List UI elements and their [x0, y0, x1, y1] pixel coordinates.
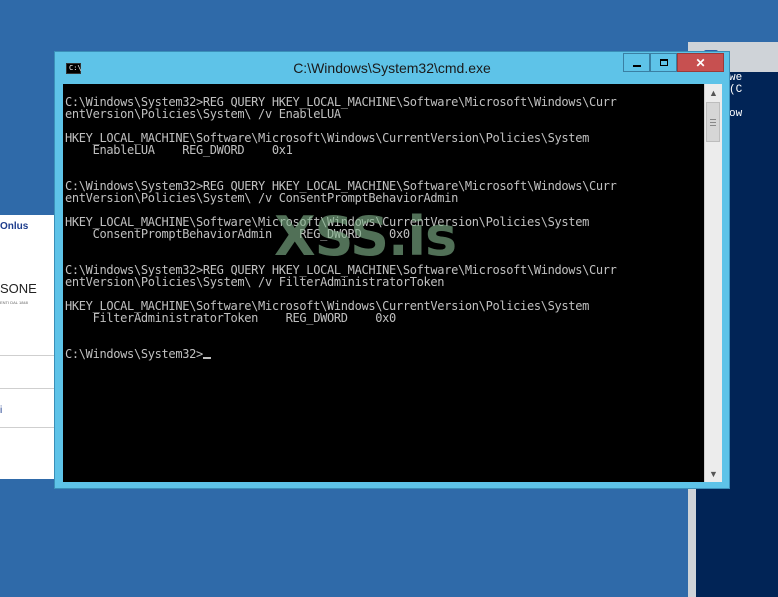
prompt-text: C:\Windows\System32> [65, 347, 203, 361]
chevron-up-icon: ▲ [709, 87, 718, 98]
console-line: ConsentPromptBehaviorAdmin REG_DWORD 0x0 [65, 227, 410, 241]
console-line: C:\Windows\System32> [65, 348, 211, 360]
console-area[interactable]: C:\Windows\System32>REG QUERY HKEY_LOCAL… [63, 84, 722, 482]
close-button[interactable]: ✕ [677, 53, 724, 72]
scroll-thumb[interactable] [706, 102, 720, 142]
background-text-sone: SONE [0, 281, 37, 296]
maximize-button[interactable] [650, 53, 677, 72]
scroll-down-button[interactable]: ▼ [705, 465, 722, 482]
scroll-up-button[interactable]: ▲ [705, 84, 722, 101]
title-bar[interactable]: C:\ C:\Windows\System32\cmd.exe ✕ [55, 52, 729, 84]
background-browser-window[interactable]: Onlus SONE ENTI DAL 1848 i [0, 215, 55, 479]
vertical-scrollbar[interactable]: ▲ ▼ [704, 84, 722, 482]
console-line: entVersion\Policies\System\ /v EnableLUA [65, 107, 341, 121]
console-line: FilterAdministratorToken REG_DWORD 0x0 [65, 311, 397, 325]
background-text-small: ENTI DAL 1848 [0, 300, 28, 305]
close-icon: ✕ [695, 55, 706, 70]
scroll-grip [710, 125, 716, 126]
scroll-grip [710, 119, 716, 120]
minimize-icon [632, 64, 641, 67]
scroll-grip [710, 122, 716, 123]
background-text-onlus: Onlus [0, 221, 29, 232]
text-cursor [202, 357, 211, 359]
console-line: EnableLUA REG_DWORD 0x1 [65, 143, 293, 157]
maximize-icon [659, 59, 668, 66]
chevron-down-icon: ▼ [709, 468, 718, 479]
console-line: entVersion\Policies\System\ /v FilterAdm… [65, 275, 445, 289]
background-divider [0, 355, 54, 356]
background-link[interactable]: i [0, 405, 2, 416]
console-output[interactable]: C:\Windows\System32>REG QUERY HKEY_LOCAL… [65, 96, 703, 480]
background-divider [0, 427, 54, 428]
background-divider [0, 388, 54, 389]
cmd-window[interactable]: C:\ C:\Windows\System32\cmd.exe ✕ C:\Win… [54, 51, 730, 489]
minimize-button[interactable] [623, 53, 650, 72]
console-line: entVersion\Policies\System\ /v ConsentPr… [65, 191, 458, 205]
